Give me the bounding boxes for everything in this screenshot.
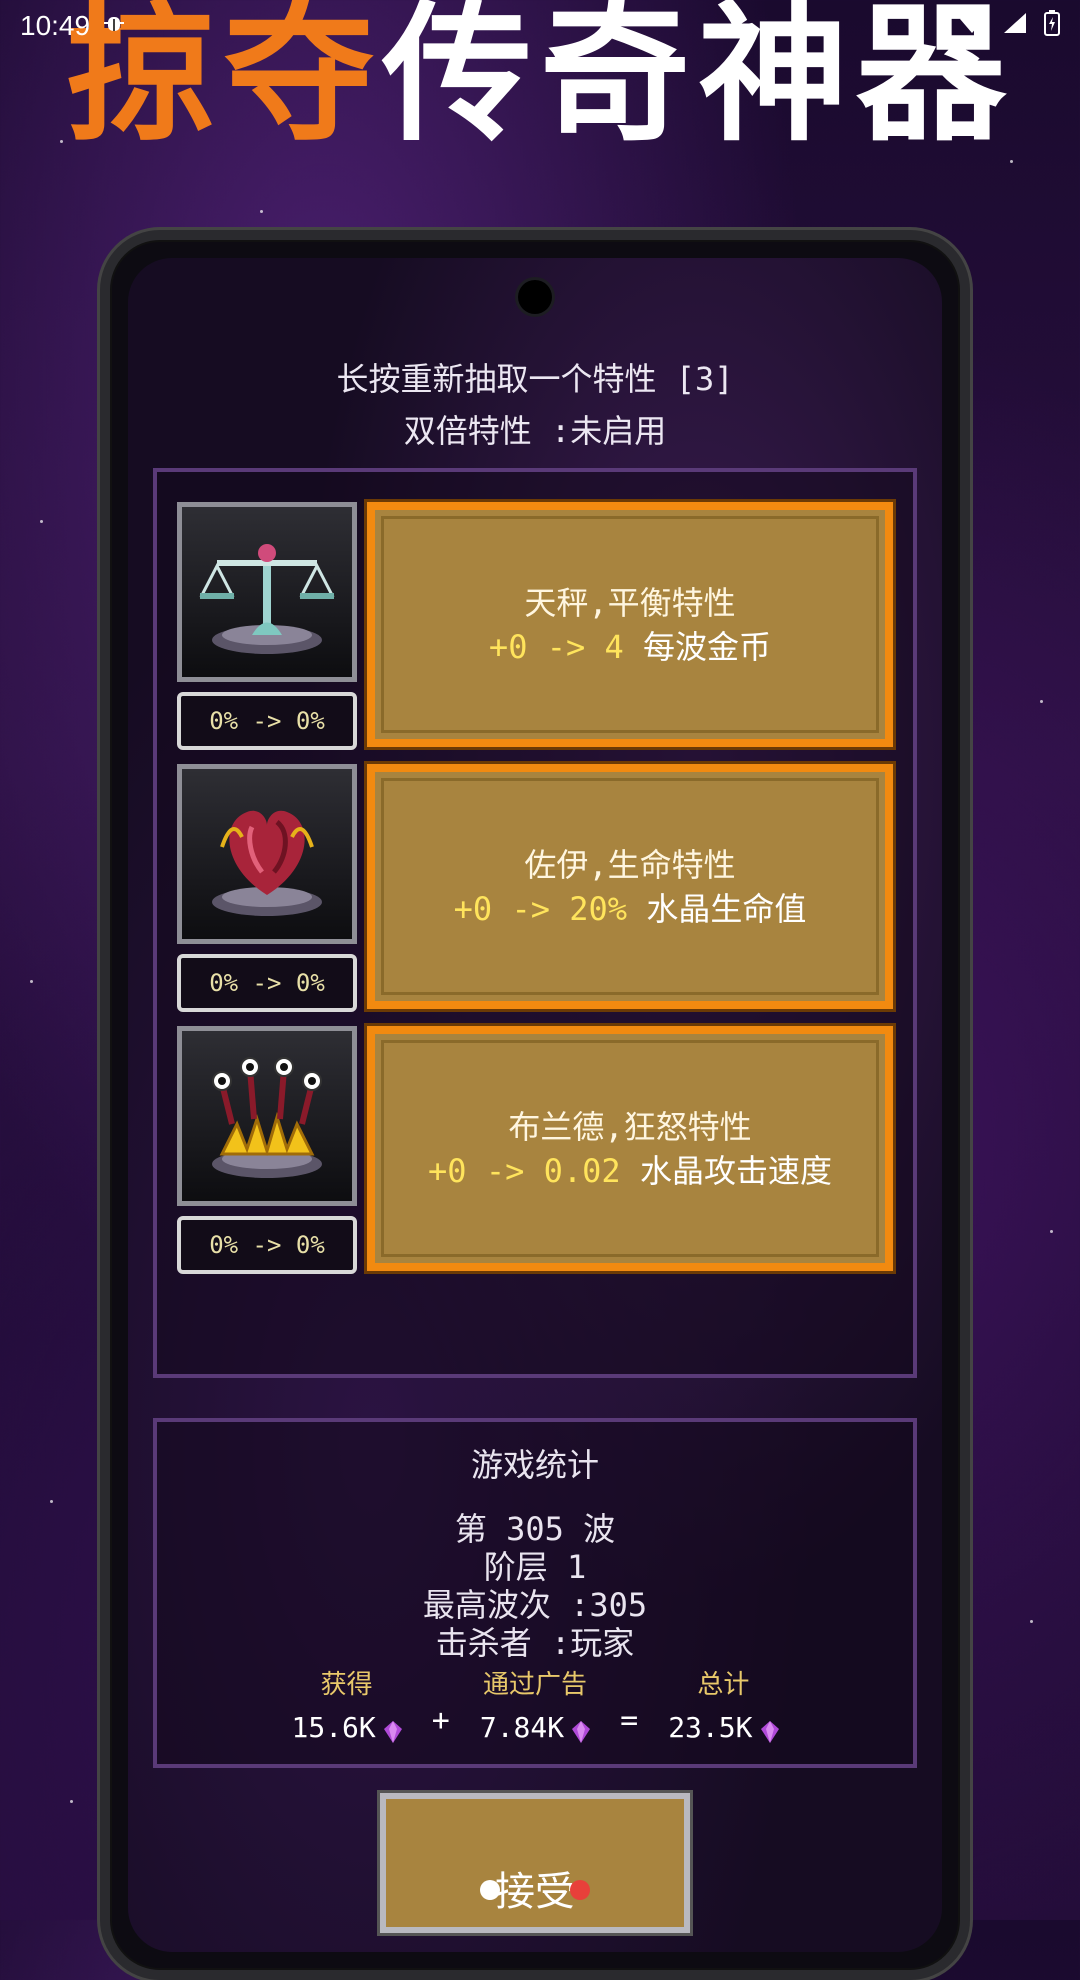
stats-tier: 阶层 1 [483, 1548, 587, 1586]
reward-ads: 通过广告 7.84K [479, 1664, 591, 1744]
signal-icon [1002, 10, 1028, 42]
wifi-icon [958, 10, 986, 42]
trait-row[interactable]: 0% -> 0% 天秤,平衡特性 +0 -> 4 每波金币 [177, 499, 896, 752]
total-value: 23.5K [668, 1711, 753, 1744]
trait-stat: 水晶生命值 [646, 889, 807, 928]
trait-percent: 0% -> 0% [177, 692, 357, 750]
trait-value: +0 -> 20% [453, 889, 628, 928]
carousel-dot-active[interactable] [480, 1880, 500, 1900]
status-bar: 10:49 [0, 0, 1080, 52]
stats-lines: 第 305 波 阶层 1 最高波次 :305 击杀者 :玩家 [157, 1510, 913, 1662]
gem-icon [760, 1717, 779, 1743]
stats-killer: 击杀者 :玩家 [435, 1624, 635, 1662]
gem-icon [383, 1717, 402, 1743]
camera-hole [518, 280, 552, 314]
stats-wave: 第 305 波 [454, 1510, 616, 1548]
trait-effect: +0 -> 4 每波金币 [489, 625, 771, 669]
trait-effect: +0 -> 0.02 水晶攻击速度 [428, 1149, 832, 1193]
balance-scale-icon [192, 515, 342, 669]
trait-icon-frame [177, 764, 357, 944]
plus-sign: + [431, 1703, 450, 1738]
total-label: 总计 [697, 1670, 750, 1700]
reward-summary: 获得 15.6K + 通过广告 7.84K = 总计 23.5K [157, 1664, 913, 1744]
double-trait-status: 双倍特性 :未启用 [403, 412, 667, 450]
trait-effect: +0 -> 20% 水晶生命值 [454, 887, 807, 931]
battery-icon [1044, 9, 1060, 43]
earned-value: 15.6K [291, 1711, 376, 1744]
reward-earned: 获得 15.6K [291, 1664, 402, 1744]
earned-label: 获得 [320, 1670, 373, 1700]
trait-value: +0 -> 0.02 [428, 1151, 621, 1190]
bug-icon [102, 10, 126, 42]
stats-best-wave: 最高波次 :305 [422, 1586, 648, 1624]
trait-title: 天秤,平衡特性 [524, 583, 736, 622]
trait-percent: 0% -> 0% [177, 954, 357, 1012]
reroll-header: 长按重新抽取一个特性 [3] 双倍特性 :未启用 [128, 353, 942, 457]
trait-card-life[interactable]: 佐伊,生命特性 +0 -> 20% 水晶生命值 [364, 761, 896, 1012]
trait-percent: 0% -> 0% [177, 1216, 357, 1274]
reward-total: 总计 23.5K [668, 1664, 779, 1744]
trait-icon-frame [177, 1026, 357, 1206]
crystal-eyes-icon [192, 1039, 342, 1193]
trait-row[interactable]: 0% -> 0% 布兰德,狂怒特性 +0 -> 0.02 水晶攻击速度 [177, 1023, 896, 1276]
trait-title: 布兰德,狂怒特性 [508, 1107, 752, 1146]
equals-sign: = [620, 1703, 639, 1738]
trait-stat: 水晶攻击速度 [639, 1151, 832, 1190]
gem-icon [572, 1717, 591, 1743]
trait-icon-frame [177, 502, 357, 682]
phone-frame: 长按重新抽取一个特性 [3] 双倍特性 :未启用 0% -> 0% 天秤,平衡特… [100, 230, 970, 1980]
trait-title: 佐伊,生命特性 [524, 845, 736, 884]
traits-panel: 0% -> 0% 天秤,平衡特性 +0 -> 4 每波金币 0% -> 0% 佐… [153, 468, 917, 1378]
trait-row[interactable]: 0% -> 0% 佐伊,生命特性 +0 -> 20% 水晶生命值 [177, 761, 896, 1014]
carousel-dot[interactable] [570, 1880, 590, 1900]
reroll-hint: 长按重新抽取一个特性 [3] [336, 360, 734, 398]
trait-card-balance[interactable]: 天秤,平衡特性 +0 -> 4 每波金币 [364, 499, 896, 750]
game-stats-panel: 游戏统计 第 305 波 阶层 1 最高波次 :305 击杀者 :玩家 获得 1… [153, 1418, 917, 1768]
game-screen: 长按重新抽取一个特性 [3] 双倍特性 :未启用 0% -> 0% 天秤,平衡特… [128, 258, 942, 1952]
ads-value: 7.84K [479, 1711, 565, 1744]
carousel-dots [480, 1880, 590, 1900]
trait-card-rage[interactable]: 布兰德,狂怒特性 +0 -> 0.02 水晶攻击速度 [364, 1023, 896, 1274]
accept-button[interactable]: 接受 [377, 1790, 693, 1936]
heart-icon [192, 777, 342, 931]
trait-stat: 每波金币 [643, 627, 772, 666]
status-time: 10:49 [20, 10, 91, 41]
stats-title: 游戏统计 [470, 1446, 599, 1484]
trait-value: +0 -> 4 [488, 627, 624, 666]
ads-label: 通过广告 [482, 1670, 587, 1700]
